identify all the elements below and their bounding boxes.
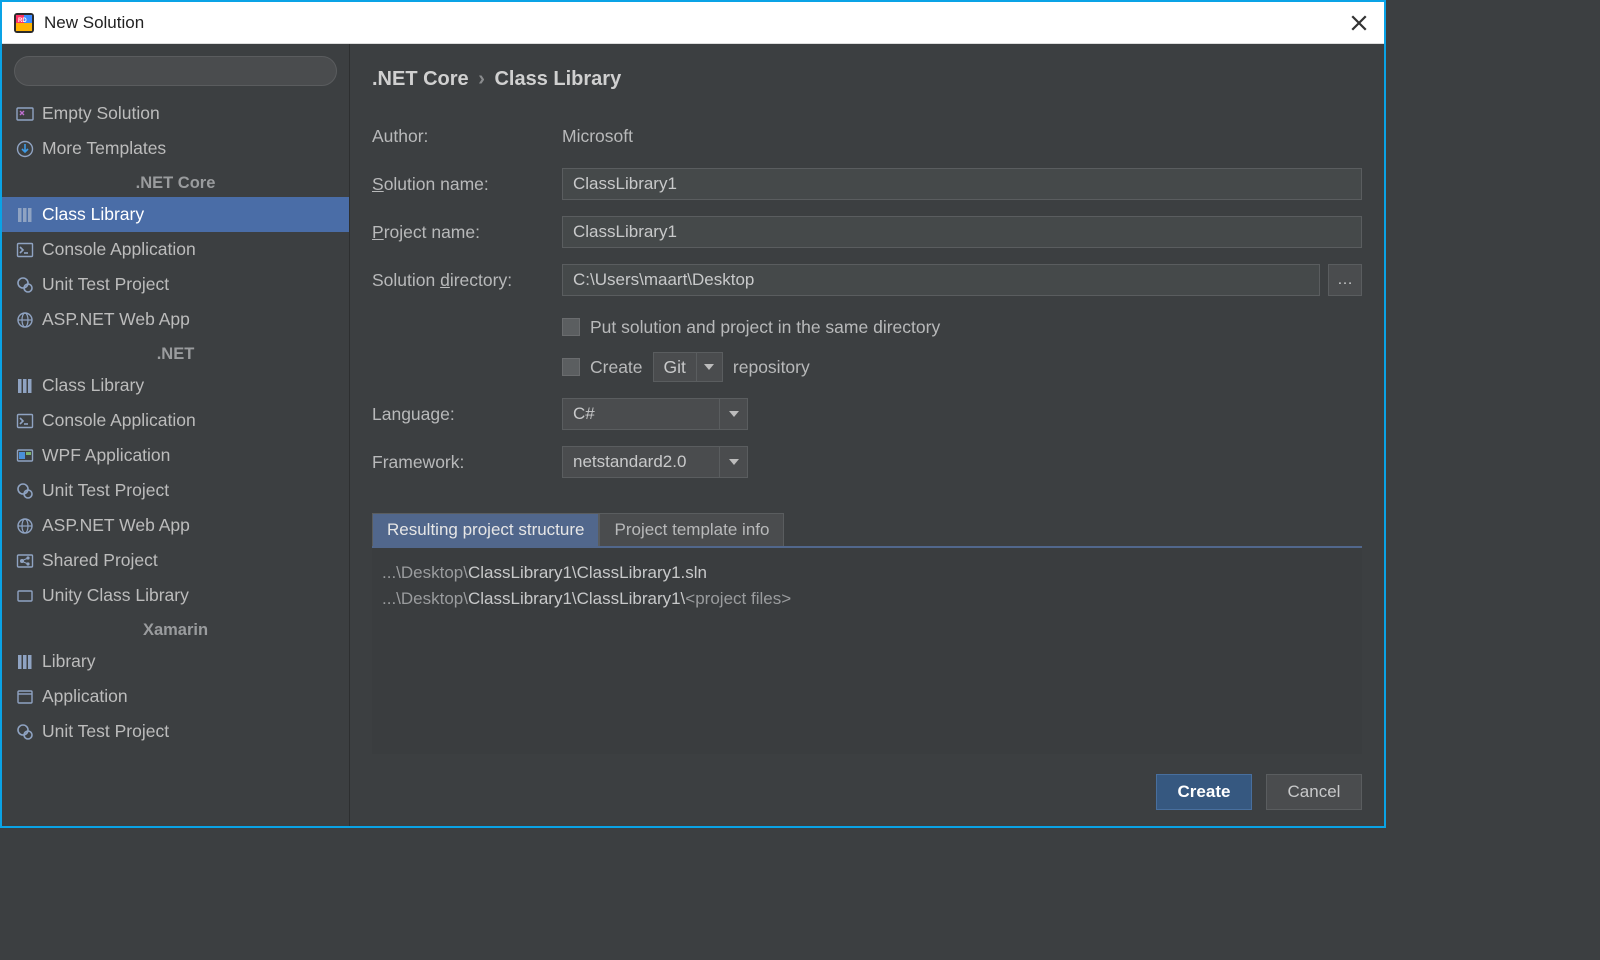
structure-line: ...\Desktop\ClassLibrary1\ClassLibrary1.… (382, 560, 1352, 586)
shared-icon (16, 552, 34, 570)
globe-icon (16, 311, 34, 329)
unity-icon (16, 587, 34, 605)
sidebar-item-label: ASP.NET Web App (42, 309, 190, 330)
structure-panel: ...\Desktop\ClassLibrary1\ClassLibrary1.… (372, 546, 1362, 754)
breadcrumb: .NET Core › Class Library (372, 68, 1362, 91)
same-directory-checkbox[interactable] (562, 318, 580, 336)
sidebar-item-unit-test-project[interactable]: Unit Test Project (2, 473, 349, 508)
sidebar-item-console-application[interactable]: Console Application (2, 403, 349, 438)
sidebar-item-label: Unit Test Project (42, 721, 169, 742)
sidebar-item-unit-test-project[interactable]: Unit Test Project (2, 267, 349, 302)
sidebar-item-library[interactable]: Library (2, 644, 349, 679)
vcs-dropdown[interactable]: Git (653, 352, 723, 382)
breadcrumb-root: .NET Core (372, 68, 469, 90)
sidebar-item-more-templates[interactable]: More Templates (2, 131, 349, 166)
sidebar-item-label: Application (42, 686, 128, 707)
vcs-value: Git (654, 357, 696, 378)
create-repo-checkbox[interactable] (562, 358, 580, 376)
solution-dir-input[interactable] (562, 264, 1320, 296)
language-value: C# (563, 404, 719, 424)
sidebar-item-console-application[interactable]: Console Application (2, 232, 349, 267)
browse-button[interactable]: … (1328, 264, 1362, 296)
ellipsis-icon: … (1337, 271, 1353, 289)
solution-name-label: Solution name: (372, 174, 562, 195)
titlebar: RD New Solution (2, 2, 1384, 44)
svg-text:RD: RD (18, 18, 27, 24)
sidebar-group-header: .NET (2, 337, 349, 368)
sidebar-item-class-library[interactable]: Class Library (2, 197, 349, 232)
close-button[interactable] (1344, 14, 1374, 32)
globe-icon (16, 517, 34, 535)
library-icon (16, 206, 34, 224)
cancel-button[interactable]: Cancel (1266, 774, 1362, 810)
sidebar-item-label: Unit Test Project (42, 480, 169, 501)
tab-template-info[interactable]: Project template info (599, 513, 784, 546)
window-title: New Solution (44, 13, 1344, 33)
sidebar-item-label: Empty Solution (42, 103, 160, 124)
language-dropdown[interactable]: C# (562, 398, 748, 430)
sidebar-item-label: WPF Application (42, 445, 170, 466)
language-label: Language: (372, 404, 562, 425)
sidebar-item-label: Unit Test Project (42, 274, 169, 295)
sidebar-item-unit-test-project[interactable]: Unit Test Project (2, 714, 349, 749)
create-repo-label: Create (590, 357, 643, 378)
new-solution-dialog: RD New Solution Empty Solution More Templ… (0, 0, 1386, 828)
library-icon (16, 377, 34, 395)
framework-value: netstandard2.0 (563, 452, 719, 472)
framework-dropdown[interactable]: netstandard2.0 (562, 446, 748, 478)
sidebar-item-wpf-application[interactable]: WPF Application (2, 438, 349, 473)
sidebar-item-application[interactable]: Application (2, 679, 349, 714)
sidebar-item-label: Class Library (42, 204, 144, 225)
structure-line: ...\Desktop\ClassLibrary1\ClassLibrary1\… (382, 586, 1352, 612)
main-panel: .NET Core › Class Library Author: Micros… (350, 44, 1384, 826)
chevron-down-icon (719, 399, 747, 429)
solution-name-input[interactable] (562, 168, 1362, 200)
chevron-down-icon (696, 353, 722, 381)
author-label: Author: (372, 126, 562, 147)
sidebar-item-label: Library (42, 651, 96, 672)
sidebar-item-label: Class Library (42, 375, 144, 396)
repository-label: repository (733, 357, 810, 378)
breadcrumb-leaf: Class Library (494, 68, 621, 90)
sidebar-item-class-library[interactable]: Class Library (2, 368, 349, 403)
info-tabs: Resulting project structure Project temp… (372, 513, 1362, 546)
create-button[interactable]: Create (1156, 774, 1252, 810)
sidebar-item-label: More Templates (42, 138, 166, 159)
console-icon (16, 412, 34, 430)
wpf-icon (16, 447, 34, 465)
sidebar-item-label: Console Application (42, 410, 196, 431)
chevron-down-icon (719, 447, 747, 477)
library-icon (16, 653, 34, 671)
breadcrumb-separator: › (478, 68, 485, 90)
app-icon (16, 688, 34, 706)
sidebar-group-header: .NET Core (2, 166, 349, 197)
same-directory-label: Put solution and project in the same dir… (590, 317, 940, 338)
sidebar-item-asp-net-web-app[interactable]: ASP.NET Web App (2, 508, 349, 543)
dialog-footer: Create Cancel (372, 754, 1362, 810)
solution-dir-label: Solution directory: (372, 270, 562, 291)
sidebar-item-label: Console Application (42, 239, 196, 260)
search-input[interactable] (14, 56, 337, 86)
sidebar-item-unity-class-library[interactable]: Unity Class Library (2, 578, 349, 613)
test-icon (16, 723, 34, 741)
author-value: Microsoft (562, 126, 633, 147)
project-name-label: Project name: (372, 222, 562, 243)
sidebar-item-label: ASP.NET Web App (42, 515, 190, 536)
sidebar-item-label: Unity Class Library (42, 585, 189, 606)
sidebar-item-asp-net-web-app[interactable]: ASP.NET Web App (2, 302, 349, 337)
template-sidebar: Empty Solution More Templates .NET Core Cl… (2, 44, 350, 826)
console-icon (16, 241, 34, 259)
test-icon (16, 482, 34, 500)
sidebar-item-empty-solution[interactable]: Empty Solution (2, 96, 349, 131)
app-logo-icon: RD (12, 11, 36, 35)
tab-structure[interactable]: Resulting project structure (372, 513, 599, 546)
sidebar-item-label: Shared Project (42, 550, 158, 571)
empty-solution-icon (16, 105, 34, 123)
sidebar-item-shared-project[interactable]: Shared Project (2, 543, 349, 578)
framework-label: Framework: (372, 452, 562, 473)
project-name-input[interactable] (562, 216, 1362, 248)
test-icon (16, 276, 34, 294)
download-icon (16, 140, 34, 158)
sidebar-group-header: Xamarin (2, 613, 349, 644)
